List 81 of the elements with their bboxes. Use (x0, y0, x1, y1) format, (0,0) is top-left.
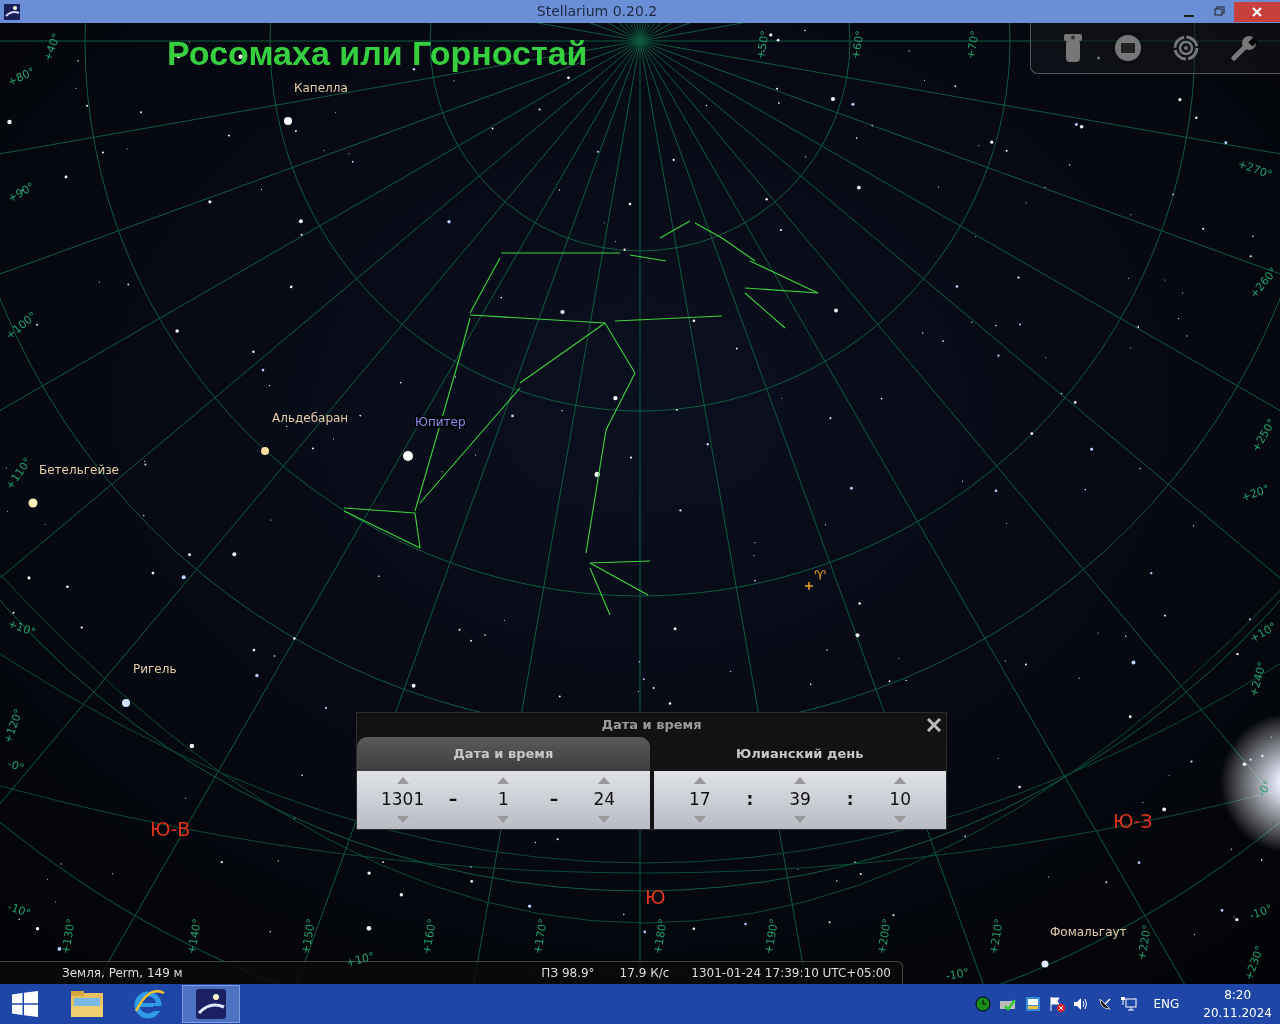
star-label[interactable]: Ригель (133, 663, 177, 675)
separator-text: – (549, 788, 559, 812)
cross-marker (804, 581, 814, 591)
vernal-point-label: ♈ (814, 569, 826, 582)
spin-field[interactable]: 17 (670, 788, 729, 812)
network-icon[interactable] (1121, 996, 1138, 1012)
grid-label: +230° (1243, 944, 1266, 982)
dialog-tab[interactable]: Дата и время (357, 737, 650, 771)
planet-dot[interactable] (403, 451, 413, 461)
grid-label: -0° (6, 758, 26, 774)
keyboard-app-icon[interactable] (1025, 996, 1042, 1012)
grid-label: +180° (652, 917, 670, 955)
window-title: Stellarium 0.20.2 (536, 3, 658, 19)
grid-label: +140° (186, 917, 204, 955)
cardinal-label: Ю (645, 888, 666, 907)
grid-label: +190° (763, 917, 781, 955)
clock-time[interactable]: 8:20 (1224, 986, 1252, 1004)
clock-icon[interactable] (975, 996, 992, 1012)
grid-label: +170° (532, 917, 550, 955)
separator-text: : (746, 788, 754, 812)
grid-label: +130° (60, 917, 78, 955)
minimize-icon (1184, 14, 1194, 17)
spin-field[interactable]: 1 (474, 788, 533, 812)
taskbar-app-button[interactable] (182, 985, 240, 1023)
grid-label: +210° (988, 917, 1006, 955)
grid-label: +80° (6, 65, 37, 88)
dialog-title: Дата и время (601, 717, 702, 732)
grid-label: +200° (876, 917, 894, 955)
grid-label: +20° (1240, 483, 1271, 504)
grid-label: +50° (755, 29, 771, 60)
grid-label: -10° (1248, 902, 1274, 922)
close-icon (1252, 6, 1262, 17)
grid-label: +10° (6, 618, 37, 639)
night-sky-icon (196, 989, 226, 1019)
spin-field[interactable]: 24 (575, 788, 634, 812)
grid-label: +70° (965, 29, 981, 60)
planet-label[interactable]: Юпитер (415, 416, 466, 428)
cardinal-label: Ю-В (150, 820, 191, 839)
screen-icon[interactable] (1115, 35, 1141, 61)
dialog-tab[interactable]: Юлианский день (653, 737, 946, 771)
grid-label: +120° (2, 707, 25, 745)
app-icon (4, 3, 20, 20)
grid-label: +150° (300, 917, 318, 955)
folder-icon (70, 989, 104, 1019)
grid-label: +270° (1236, 158, 1274, 181)
grid-label: +40° (42, 32, 63, 63)
star-label[interactable]: Фомальгаут (1050, 926, 1127, 938)
satellite-dish-icon[interactable] (1097, 996, 1114, 1012)
separator-text: : (846, 788, 854, 812)
clock-date[interactable]: 20.11.2024 (1203, 1004, 1272, 1022)
grid-label: +220° (1136, 923, 1154, 961)
grid-label: -0° (1256, 778, 1274, 799)
wrench-icon[interactable] (1231, 35, 1257, 61)
close-button[interactable] (1234, 1, 1280, 22)
target-icon[interactable] (1173, 35, 1199, 61)
grid-label: +240° (1248, 660, 1268, 698)
grid-label: +160° (421, 917, 439, 955)
star-label[interactable]: Альдебаран (272, 412, 349, 424)
grid-label: -10° (945, 966, 970, 982)
datetime-text: 1301-01-24 17:39:10 UTC+05:00 (691, 965, 891, 982)
separator-text: – (448, 788, 458, 812)
grid-label: -10° (6, 901, 33, 920)
location-text: Земля, Perm, 149 м (62, 965, 183, 982)
spin-field[interactable]: 1301 (373, 788, 432, 812)
windows-logo-icon (12, 991, 38, 1017)
star-label[interactable]: Бетельгейзе (39, 464, 119, 476)
speaker-icon[interactable] (1073, 996, 1090, 1012)
grid-label: +10° (345, 950, 376, 969)
constellation-title: Росомаха или Горностай (167, 33, 588, 74)
grid-label: +60° (850, 29, 866, 60)
fov-text: ПЗ 98.9° (541, 965, 595, 982)
spin-field[interactable]: 39 (771, 788, 829, 812)
restore-icon (1213, 6, 1225, 17)
language-indicator[interactable]: ENG (1153, 995, 1180, 1013)
cardinal-label: Ю-З (1113, 812, 1153, 831)
flag-error-icon[interactable] (1049, 996, 1066, 1012)
spin-field[interactable]: 10 (871, 788, 930, 812)
star-label[interactable]: Капелла (294, 82, 348, 94)
close-icon[interactable] (927, 718, 941, 732)
telescope-icon[interactable] (1063, 34, 1083, 62)
fps-text: 17.9 К/с (619, 965, 670, 982)
